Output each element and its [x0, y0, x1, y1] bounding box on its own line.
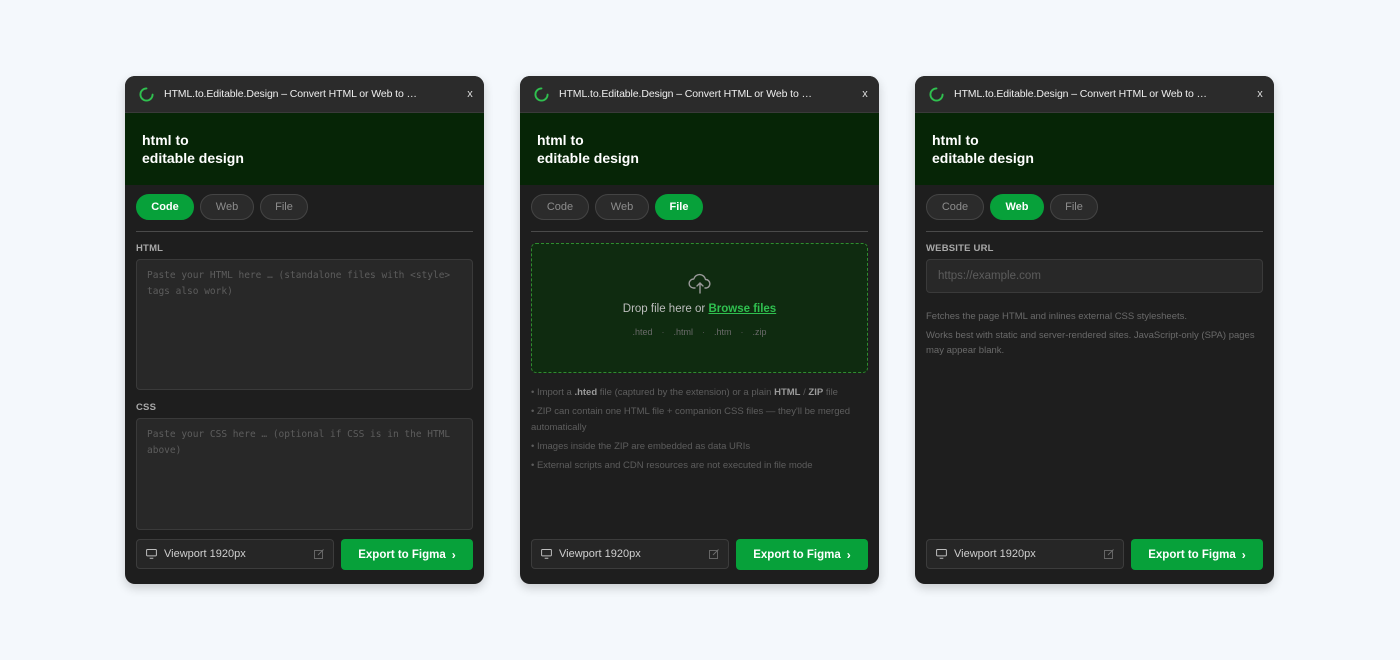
file-dropzone[interactable]: Drop file here or Browse files .hted · .… [531, 243, 868, 373]
note-import: • Import a .hted file (captured by the e… [531, 385, 868, 401]
app-logo-icon [929, 86, 944, 101]
export-to-figma-button[interactable]: Export to Figma › [1131, 539, 1263, 570]
footer: Viewport 1920px Export to Figma › [926, 539, 1263, 570]
monitor-icon [146, 549, 157, 559]
title-bar: HTML.to.Editable.Design – Convert HTML o… [520, 76, 879, 113]
divider [531, 231, 868, 232]
viewport-selector[interactable]: Viewport 1920px [531, 539, 729, 569]
web-info-fetch: Fetches the page HTML and inlines extern… [926, 311, 1188, 322]
note-zip: • ZIP can contain one HTML file + compan… [531, 406, 851, 433]
accepted-extensions: .hted · .html · .htm · .zip [632, 327, 766, 337]
export-label: Export to Figma [1148, 548, 1236, 561]
close-button[interactable]: x [456, 88, 484, 100]
tab-web[interactable]: Web [595, 194, 649, 220]
mode-tabs: Code Web File [125, 185, 484, 231]
note-images: • Images inside the ZIP are embedded as … [531, 441, 751, 452]
drop-text: Drop file here or [622, 303, 706, 315]
viewport-label: Viewport 1920px [954, 548, 1036, 560]
footer: Viewport 1920px Export to Figma › [531, 539, 868, 570]
css-input[interactable] [136, 418, 473, 530]
file-notes: • Import a .hted file (captured by the e… [531, 385, 868, 474]
note-text: file (captured by the extension) or a pl… [599, 387, 772, 398]
ext-separator: · [661, 327, 665, 337]
viewport-selector[interactable]: Viewport 1920px [926, 539, 1124, 569]
app-logo-icon [139, 86, 154, 101]
divider [136, 231, 473, 232]
tab-file[interactable]: File [260, 194, 308, 220]
viewport-selector[interactable]: Viewport 1920px [136, 539, 334, 569]
export-label: Export to Figma [753, 548, 841, 561]
upload-cloud-icon [687, 273, 711, 294]
ext-separator: · [740, 327, 744, 337]
plugin-window-code: HTML.to.Editable.Design – Convert HTML o… [125, 76, 484, 584]
viewport-label: Viewport 1920px [164, 548, 246, 560]
title-bar: HTML.to.Editable.Design – Convert HTML o… [915, 76, 1274, 113]
chevron-right-icon: › [846, 547, 851, 562]
tab-web[interactable]: Web [200, 194, 254, 220]
drop-instructions: Drop file here or Browse files [623, 303, 776, 315]
export-to-figma-button[interactable]: Export to Figma › [341, 539, 473, 570]
divider [926, 231, 1263, 232]
monitor-icon [541, 549, 552, 559]
ext-separator: · [702, 327, 705, 337]
hero-title-line-2: editable design [537, 150, 639, 166]
edit-icon[interactable] [709, 549, 719, 559]
edit-icon[interactable] [1104, 549, 1114, 559]
browse-files-link[interactable]: Browse files [708, 303, 776, 315]
mode-tabs: Code Web File [915, 185, 1274, 231]
note-text: file [825, 387, 838, 398]
title-bar: HTML.to.Editable.Design – Convert HTML o… [125, 76, 484, 113]
chevron-right-icon: › [451, 547, 456, 562]
footer: Viewport 1920px Export to Figma › [136, 539, 473, 570]
ext-html: .html [673, 327, 693, 337]
window-title: HTML.to.Editable.Design – Convert HTML o… [954, 88, 1207, 100]
export-to-figma-button[interactable]: Export to Figma › [736, 539, 868, 570]
website-url-label: WEBSITE URL [926, 243, 994, 254]
close-button[interactable]: x [851, 88, 879, 100]
web-info-works-best: Works best with static and server-render… [926, 330, 1255, 356]
hero-title-line-1: html to [537, 132, 584, 148]
hero-header: html to editable design [520, 113, 879, 185]
plugin-window-file: HTML.to.Editable.Design – Convert HTML o… [520, 76, 879, 584]
hero-header: html to editable design [915, 113, 1274, 185]
tab-file[interactable]: File [1050, 194, 1098, 220]
html-label: HTML [136, 243, 164, 254]
tab-file[interactable]: File [655, 194, 703, 220]
note-bold-hted: .hted [574, 387, 598, 398]
viewport-label: Viewport 1920px [559, 548, 641, 560]
app-logo-icon [534, 86, 549, 101]
web-info: Fetches the page HTML and inlines extern… [926, 309, 1263, 358]
hero-title-line-2: editable design [142, 150, 244, 166]
hero-title-line-1: html to [932, 132, 979, 148]
window-title: HTML.to.Editable.Design – Convert HTML o… [559, 88, 812, 100]
website-url-input[interactable] [926, 259, 1263, 293]
note-text: • Import a [531, 387, 572, 398]
ext-hted: .hted [632, 327, 653, 337]
edit-icon[interactable] [314, 549, 324, 559]
monitor-icon [936, 549, 947, 559]
chevron-right-icon: › [1241, 547, 1246, 562]
plugin-window-web: HTML.to.Editable.Design – Convert HTML o… [915, 76, 1274, 584]
hero-title-line-2: editable design [932, 150, 1034, 166]
hero-header: html to editable design [125, 113, 484, 185]
note-scripts: • External scripts and CDN resources are… [531, 460, 813, 471]
tab-code[interactable]: Code [926, 194, 984, 220]
html-input[interactable] [136, 259, 473, 390]
tab-code[interactable]: Code [531, 194, 589, 220]
note-bold-html: HTML [774, 387, 801, 398]
window-title: HTML.to.Editable.Design – Convert HTML o… [164, 88, 417, 100]
close-button[interactable]: x [1246, 88, 1274, 100]
mode-tabs: Code Web File [520, 185, 879, 231]
ext-htm: .htm [714, 327, 732, 337]
note-bold-zip: ZIP [808, 387, 824, 398]
export-label: Export to Figma [358, 548, 446, 561]
ext-zip: .zip [752, 327, 767, 337]
tab-code[interactable]: Code [136, 194, 194, 220]
css-label: CSS [136, 402, 157, 413]
note-text: / [803, 387, 806, 398]
tab-web[interactable]: Web [990, 194, 1044, 220]
hero-title-line-1: html to [142, 132, 189, 148]
